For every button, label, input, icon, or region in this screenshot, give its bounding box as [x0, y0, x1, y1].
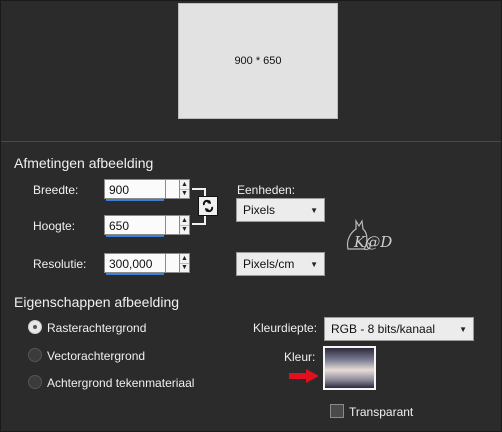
- watermark-logo: K@D: [344, 215, 414, 255]
- width-field-pad: [166, 179, 179, 199]
- color-depth-label: Kleurdiepte:: [253, 321, 318, 335]
- height-field-pad: [166, 215, 179, 235]
- radio-art-media-background[interactable]: [28, 375, 42, 389]
- height-field[interactable]: 650: [104, 215, 166, 237]
- link-chain-icon: [202, 199, 214, 213]
- units-value: Pixels: [243, 203, 276, 217]
- width-decrement-button[interactable]: ▼: [180, 189, 189, 198]
- resolution-decrement-button[interactable]: ▼: [180, 263, 189, 272]
- radio-raster-background[interactable]: [28, 320, 42, 334]
- color-depth-value: RGB - 8 bits/kanaal: [331, 322, 436, 336]
- resolution-units-value: Pixels/cm: [243, 257, 295, 271]
- resolution-label: Resolutie:: [33, 257, 87, 271]
- units-label: Eenheden:: [237, 183, 296, 197]
- resolution-field[interactable]: 300,000: [104, 253, 166, 275]
- width-field[interactable]: 900: [104, 179, 166, 201]
- height-decrement-button[interactable]: ▼: [180, 225, 189, 234]
- transparent-label[interactable]: Transparant: [349, 405, 413, 419]
- width-stepper[interactable]: ▲ ▼: [179, 179, 190, 199]
- dimensions-title: Afmetingen afbeelding: [14, 155, 154, 171]
- art-media-background-label[interactable]: Achtergrond tekenmateriaal: [47, 376, 194, 390]
- background-color-swatch[interactable]: [323, 346, 376, 390]
- lock-aspect-ratio-button[interactable]: [198, 196, 218, 216]
- chevron-down-icon: ▼: [310, 205, 318, 215]
- radio-vector-background[interactable]: [28, 348, 42, 362]
- raster-background-label[interactable]: Rasterachtergrond: [47, 321, 146, 335]
- color-depth-dropdown[interactable]: RGB - 8 bits/kanaal ▼: [324, 317, 474, 341]
- image-preview: 900 * 650: [178, 3, 338, 119]
- properties-title: Eigenschappen afbeelding: [14, 294, 180, 310]
- resolution-stepper[interactable]: ▲ ▼: [179, 253, 190, 273]
- preview-size-text: 900 * 650: [234, 55, 282, 67]
- vector-background-label[interactable]: Vectorachtergrond: [47, 349, 145, 363]
- width-label: Breedte:: [33, 183, 79, 197]
- units-dropdown[interactable]: Pixels ▼: [236, 198, 325, 222]
- transparent-checkbox[interactable]: [330, 404, 344, 418]
- color-label: Kleur:: [284, 350, 316, 364]
- resolution-units-dropdown[interactable]: Pixels/cm ▼: [236, 252, 325, 276]
- red-arrow-icon: [289, 369, 319, 383]
- resolution-field-pad: [166, 253, 179, 273]
- height-label: Hoogte:: [33, 219, 76, 233]
- height-stepper[interactable]: ▲ ▼: [179, 215, 190, 235]
- watermark-text: K@D: [354, 233, 393, 251]
- section-divider: [1, 141, 501, 142]
- chevron-down-icon: ▼: [459, 324, 467, 334]
- chevron-down-icon: ▼: [310, 259, 318, 269]
